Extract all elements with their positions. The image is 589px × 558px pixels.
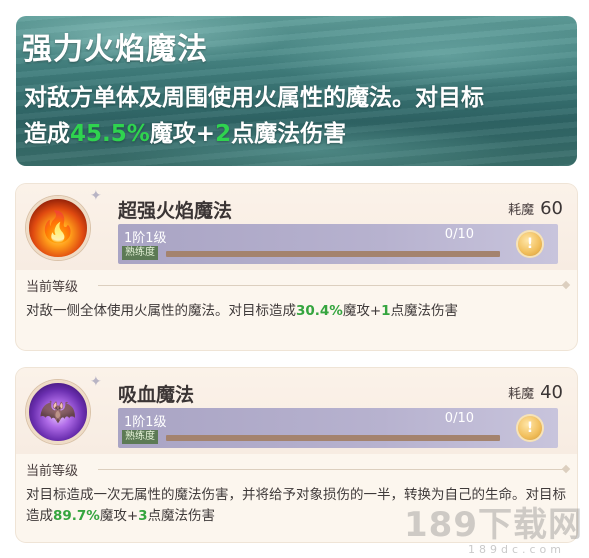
effect-number: 1	[381, 303, 391, 319]
banner-title: 强力火焰魔法	[22, 32, 208, 67]
fire-icon: 🔥	[26, 196, 90, 260]
level-bar: 1阶1级 0/10 熟练度 !	[118, 408, 558, 448]
sparkle-icon: ✦	[90, 188, 102, 204]
proficiency-bar	[166, 251, 500, 257]
level-bar: 1阶1级 0/10 熟练度 !	[118, 224, 558, 264]
skill-card-fire[interactable]: 🔥 ✦ 超强火焰魔法 耗魔 60 1阶1级 0/10 熟练度 ! 当前等级 对敌一…	[16, 184, 577, 350]
vampire-icon: 🦇	[26, 380, 90, 444]
watermark-url: 189dc.com	[467, 543, 565, 556]
banner-desc-number: 2	[215, 121, 232, 147]
section-divider	[98, 285, 565, 286]
skill-level: 1阶1级	[124, 231, 167, 246]
current-level-heading: 当前等级	[26, 280, 79, 295]
skill-name: 超强火焰魔法	[118, 200, 233, 222]
info-button[interactable]: !	[518, 232, 542, 256]
skill-level: 1阶1级	[124, 415, 167, 430]
banner-desc-percent: 45.5%	[70, 121, 150, 147]
skill-effect: 对敌一侧全体使用火属性的魔法。对目标造成30.4%魔攻+1点魔法伤害	[26, 303, 459, 319]
mana-cost: 耗魔 60	[508, 198, 563, 219]
skill-card-header: 🔥 ✦ 超强火焰魔法 耗魔 60 1阶1级 0/10 熟练度 !	[16, 184, 577, 270]
current-level-heading: 当前等级	[26, 464, 79, 479]
effect-number: 3	[138, 508, 148, 524]
info-button[interactable]: !	[518, 416, 542, 440]
proficiency-label: 熟练度	[122, 430, 158, 444]
skill-card-header: 🦇 ✦ 吸血魔法 耗魔 40 1阶1级 0/10 熟练度 !	[16, 368, 577, 454]
watermark: 189下载网	[404, 505, 583, 545]
skill-exp: 0/10	[444, 411, 474, 426]
skill-banner: 强力火焰魔法 对敌方单体及周围使用火属性的魔法。对目标 造成45.5%魔攻+2点…	[16, 16, 577, 166]
mana-cost: 耗魔 40	[508, 382, 563, 403]
proficiency-label: 熟练度	[122, 246, 158, 260]
skill-name: 吸血魔法	[118, 384, 195, 406]
mana-cost-value: 60	[540, 198, 563, 219]
banner-desc-pre: 造成	[24, 121, 70, 147]
effect-percent: 89.7%	[53, 508, 100, 524]
banner-desc-post: 点魔法伤害	[231, 121, 347, 147]
skill-exp: 0/10	[444, 227, 474, 242]
banner-description: 对敌方单体及周围使用火属性的魔法。对目标 造成45.5%魔攻+2点魔法伤害	[24, 80, 574, 152]
proficiency-bar	[166, 435, 500, 441]
mana-cost-value: 40	[540, 382, 563, 403]
section-divider	[98, 469, 565, 470]
banner-desc-line1: 对敌方单体及周围使用火属性的魔法。对目标	[24, 85, 484, 111]
mana-cost-label: 耗魔	[508, 387, 535, 402]
mana-cost-label: 耗魔	[508, 203, 535, 218]
sparkle-icon: ✦	[90, 374, 102, 390]
banner-desc-mid: 魔攻+	[149, 121, 216, 147]
effect-percent: 30.4%	[296, 303, 343, 319]
